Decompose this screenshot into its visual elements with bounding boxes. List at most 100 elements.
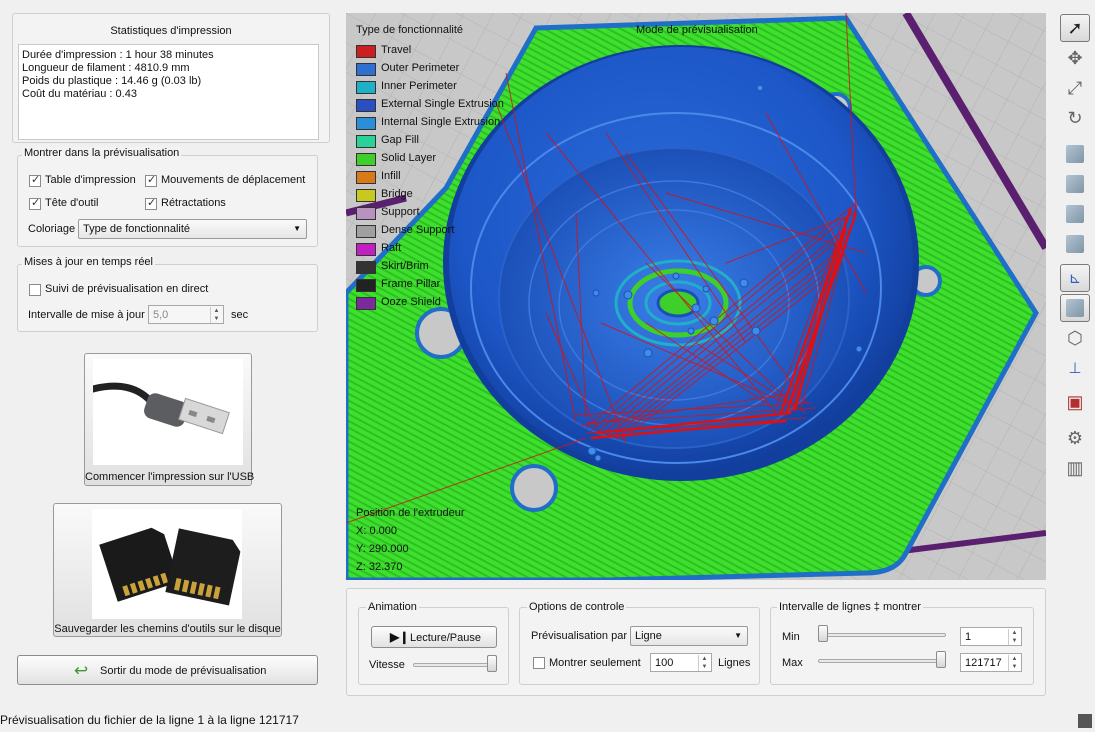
preview-viewport[interactable]: Type de fonctionnalité Mode de prévisual…: [346, 13, 1046, 580]
toolhead-checkbox[interactable]: [29, 196, 41, 210]
status-text: Prévisualisation du fichier de la ligne …: [0, 713, 299, 727]
stats-panel: Statistiques d'impression Durée d'impres…: [12, 13, 330, 143]
axes-toggle-button[interactable]: ⊾: [1060, 264, 1090, 292]
set-floor-button[interactable]: ⊥: [1060, 354, 1090, 382]
wireframe-cube-icon: ⬡: [1067, 327, 1083, 348]
range-title: Intervalle de lignes ‡ montrer: [777, 601, 923, 613]
cube-front-icon: [1066, 145, 1084, 163]
min-slider-handle[interactable]: [818, 625, 828, 642]
legend-swatch: [356, 153, 376, 166]
coloring-label: Coloriage: [28, 223, 76, 235]
cursor-icon: ➚: [1067, 17, 1083, 38]
legend-label: Inner Perimeter: [381, 80, 457, 92]
preview-mode-label: Mode de prévisualisation: [636, 24, 758, 36]
coloring-select[interactable]: Type de fonctionnalité ▼: [78, 219, 307, 239]
legend-swatch: [356, 117, 376, 130]
max-spinbox[interactable]: 121717 ▲ ▼: [960, 653, 1022, 672]
bed-label: Table d'impression: [45, 174, 136, 186]
scale-tool-button[interactable]: ⤢: [1060, 74, 1090, 102]
preview-by-label: Prévisualisation par: [531, 630, 627, 642]
cube-right-icon: [1066, 205, 1084, 223]
view-right-button[interactable]: [1060, 200, 1090, 228]
stats-title: Statistiques d'impression: [110, 25, 232, 37]
legend-swatch: [356, 279, 376, 292]
extruder-y: Y: 290.000: [356, 543, 409, 555]
machine-button[interactable]: ▥: [1060, 454, 1090, 482]
min-spinbox[interactable]: 1 ▲ ▼: [960, 627, 1022, 646]
max-slider-handle[interactable]: [936, 651, 946, 668]
view-front-button[interactable]: [1060, 140, 1090, 168]
resize-grip-icon[interactable]: [1078, 714, 1092, 728]
interval-spinbox[interactable]: 5,0 ▲ ▼: [148, 305, 224, 324]
extruder-position-title: Position de l'extrudeur: [356, 507, 465, 519]
wireframe-view-button[interactable]: ⬡: [1060, 324, 1090, 352]
travel-checkbox[interactable]: [145, 173, 157, 187]
retractions-checkbox[interactable]: [145, 196, 157, 210]
chevron-down-icon: ▼: [293, 224, 301, 233]
min-value: 1: [965, 631, 972, 643]
solid-view-button[interactable]: [1060, 294, 1090, 322]
follow-checkbox[interactable]: [29, 284, 41, 296]
follow-label: Suivi de prévisualisation en direct: [45, 283, 209, 295]
bed-checkbox[interactable]: [29, 173, 41, 187]
speed-slider-handle[interactable]: [487, 655, 497, 672]
stats-line: Longueur de filament : 4810.9 mm: [22, 62, 190, 74]
play-pause-label: Lecture/Pause: [410, 632, 481, 644]
min-slider[interactable]: [818, 633, 946, 637]
cross-section-button[interactable]: ▣: [1060, 388, 1090, 416]
extruder-z: Z: 32.370: [356, 561, 403, 573]
save-toolpath-button[interactable]: Sauvegarder les chemins d'outils sur le …: [53, 503, 282, 637]
legend-swatch: [356, 207, 376, 220]
back-arrow-icon: ↩: [74, 661, 89, 680]
legend-label: Raft: [381, 242, 402, 254]
legend-label: Bridge: [381, 188, 413, 200]
stats-line: Coût du matériau : 0.43: [22, 88, 137, 100]
settings-button[interactable]: ⚙: [1060, 424, 1090, 452]
show-only-spinbox[interactable]: 100 ▲ ▼: [650, 653, 712, 672]
play-pause-button[interactable]: ▶❙ Lecture/Pause: [371, 626, 497, 648]
usb-print-button[interactable]: Commencer l'impression sur l'USB: [84, 353, 255, 486]
max-label: Max: [782, 657, 803, 669]
legend-swatch: [356, 99, 376, 112]
show-only-checkbox[interactable]: [533, 657, 545, 669]
legend-swatch: [356, 243, 376, 256]
legend-swatch: [356, 261, 376, 274]
legend-label: Skirt/Brim: [381, 260, 429, 272]
stats-box: Durée d'impression : 1 hour 38 minutes L…: [18, 44, 319, 140]
stats-line: Durée d'impression : 1 hour 38 minutes: [22, 49, 214, 61]
sd-card-icon: [92, 509, 242, 619]
spinner-arrows-icon[interactable]: ▲ ▼: [1008, 629, 1020, 645]
legend-swatch: [356, 189, 376, 202]
rotate-icon: ↻: [1067, 107, 1083, 128]
right-toolbar: ➚ ✥ ⤢ ↻ ⊾ ⬡ ⊥ ▣ ⚙ ▥: [1056, 10, 1094, 710]
control-panel: [519, 607, 760, 685]
usb-print-label: Commencer l'impression sur l'USB: [85, 471, 255, 483]
exit-preview-label: Sortir du mode de prévisualisation: [100, 665, 267, 677]
exit-preview-button[interactable]: ↩ Sortir du mode de prévisualisation: [17, 655, 318, 685]
spinner-arrows-icon[interactable]: ▲ ▼: [698, 655, 710, 671]
scale-icon: ⤢: [1067, 77, 1083, 98]
view-back-button[interactable]: [1060, 230, 1090, 258]
usb-cable-icon: [89, 359, 243, 465]
gear-icon: ⚙: [1066, 427, 1084, 448]
solid-cube-icon: [1066, 299, 1084, 317]
spinner-arrows-icon[interactable]: ▲ ▼: [210, 307, 222, 323]
cube-left-icon: [1066, 175, 1084, 193]
toolhead-label: Tête d'outil: [45, 197, 99, 209]
preview-by-select[interactable]: Ligne ▼: [630, 626, 748, 646]
move-tool-button[interactable]: ✥: [1060, 44, 1090, 72]
coloring-select-value: Type de fonctionnalité: [83, 223, 191, 235]
spinner-arrows-icon[interactable]: ▲ ▼: [1008, 655, 1020, 671]
legend-swatch: [356, 225, 376, 238]
select-tool-button[interactable]: ➚: [1060, 14, 1090, 42]
legend-label: Internal Single Extrusion: [381, 116, 501, 128]
cross-section-icon: ▣: [1066, 391, 1084, 412]
interval-value: 5,0: [153, 309, 169, 321]
speed-slider[interactable]: [413, 663, 497, 667]
control-title: Options de controle: [527, 601, 627, 613]
view-left-button[interactable]: [1060, 170, 1090, 198]
legend-swatch: [356, 45, 376, 58]
legend-swatch: [356, 81, 376, 94]
max-slider[interactable]: [818, 659, 946, 663]
rotate-tool-button[interactable]: ↻: [1060, 104, 1090, 132]
